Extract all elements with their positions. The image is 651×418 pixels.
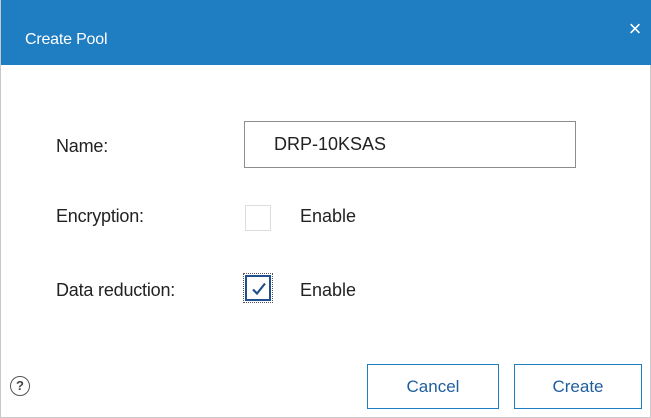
data-reduction-checkbox[interactable] <box>243 273 273 303</box>
dialog-titlebar: Create Pool × <box>1 0 651 65</box>
data-reduction-label: Data reduction: <box>56 280 176 300</box>
name-label: Name: <box>56 136 109 156</box>
create-button[interactable]: Create <box>514 364 642 409</box>
create-pool-dialog: Create Pool × Name: Encryption: Enable D… <box>0 0 651 418</box>
data-reduction-enable-label[interactable]: Enable <box>300 280 356 301</box>
help-icon[interactable]: ? <box>10 376 30 396</box>
encryption-enable-label[interactable]: Enable <box>300 206 356 227</box>
encryption-checkbox[interactable] <box>245 205 271 231</box>
encryption-label: Encryption: <box>56 206 144 226</box>
close-icon[interactable]: × <box>624 18 646 40</box>
cancel-button[interactable]: Cancel <box>367 364 499 409</box>
checkmark-icon <box>252 282 266 296</box>
dialog-title: Create Pool <box>25 31 108 48</box>
name-input[interactable] <box>244 121 576 168</box>
